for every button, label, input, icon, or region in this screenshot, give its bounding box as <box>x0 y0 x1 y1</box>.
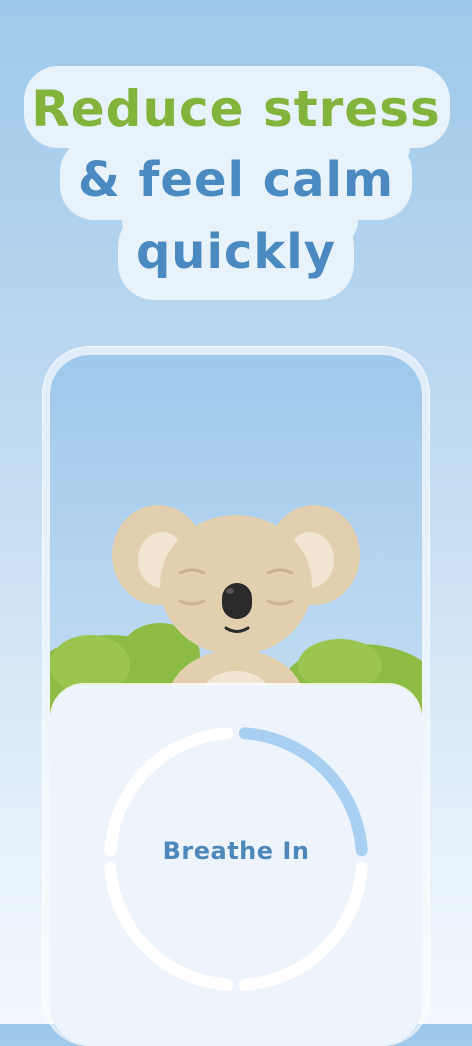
ring-track-segment <box>104 727 234 857</box>
headline-line-2: & feel calm <box>77 152 395 208</box>
breathe-label: Breathe In <box>162 837 310 865</box>
ring-progress-segment <box>238 727 368 857</box>
ring-track-segment <box>104 861 234 991</box>
koala-scene <box>50 505 422 715</box>
headline-line-1: Reduce stress <box>31 80 441 138</box>
phone-screen: Breathe In <box>50 355 422 1045</box>
breathing-panel: Breathe In <box>50 685 422 1045</box>
headline-line-3: quickly <box>135 224 337 280</box>
ring-track-segment <box>238 861 368 991</box>
headline: Reduce stress & feel calm quickly <box>0 60 472 310</box>
koala-nose <box>222 583 252 619</box>
